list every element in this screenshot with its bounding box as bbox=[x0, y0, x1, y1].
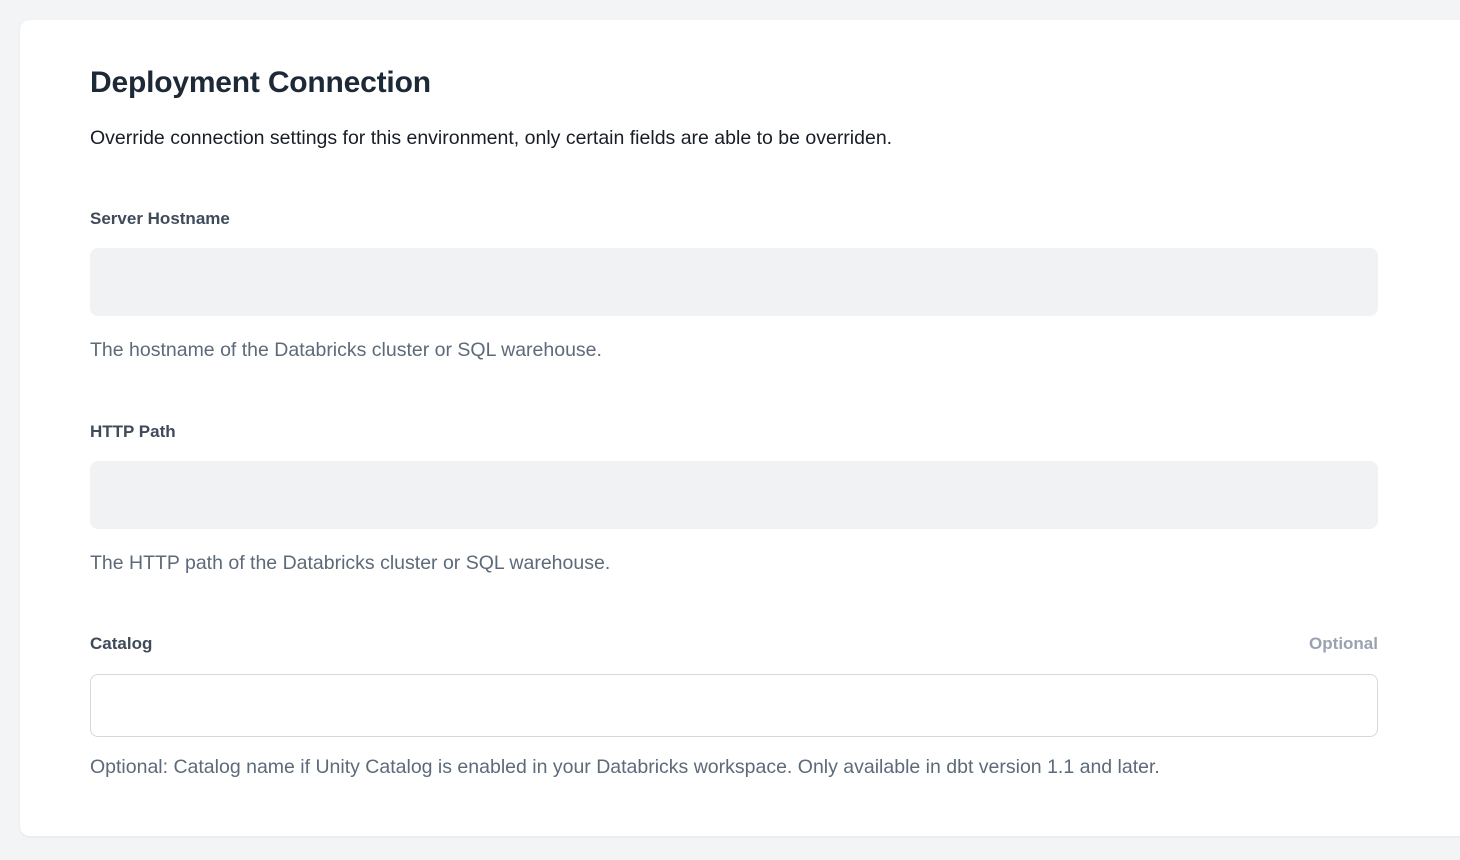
deployment-connection-form: Deployment Connection Override connectio… bbox=[90, 20, 1378, 780]
catalog-label: Catalog bbox=[90, 633, 152, 655]
server-hostname-helper: The hostname of the Databricks cluster o… bbox=[90, 338, 1378, 363]
http-path-helper: The HTTP path of the Databricks cluster … bbox=[90, 551, 1378, 576]
catalog-input[interactable] bbox=[90, 674, 1378, 737]
field-http-path: HTTP Path The HTTP path of the Databrick… bbox=[90, 421, 1378, 576]
server-hostname-label: Server Hostname bbox=[90, 208, 1378, 230]
catalog-optional-badge: Optional bbox=[1309, 634, 1378, 654]
server-hostname-input bbox=[90, 248, 1378, 316]
catalog-label-row: Catalog Optional bbox=[90, 633, 1378, 655]
field-server-hostname: Server Hostname The hostname of the Data… bbox=[90, 208, 1378, 363]
catalog-helper: Optional: Catalog name if Unity Catalog … bbox=[90, 755, 1378, 780]
http-path-label: HTTP Path bbox=[90, 421, 1378, 443]
http-path-input bbox=[90, 461, 1378, 529]
page-title: Deployment Connection bbox=[90, 66, 1378, 100]
settings-card: Deployment Connection Override connectio… bbox=[20, 20, 1460, 836]
page-subtitle: Override connection settings for this en… bbox=[90, 125, 1378, 151]
field-catalog: Catalog Optional Optional: Catalog name … bbox=[90, 633, 1378, 780]
